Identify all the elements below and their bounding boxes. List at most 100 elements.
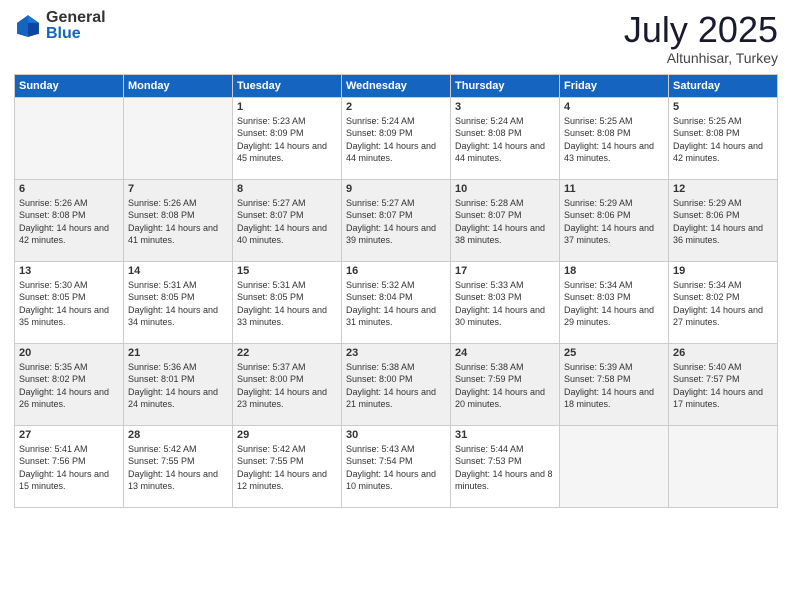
cell-details: Sunrise: 5:31 AMSunset: 8:05 PMDaylight:… xyxy=(237,279,337,329)
day-number: 21 xyxy=(128,347,228,359)
day-number: 29 xyxy=(237,429,337,441)
day-number: 13 xyxy=(19,265,119,277)
cell-details: Sunrise: 5:29 AMSunset: 8:06 PMDaylight:… xyxy=(673,197,773,247)
calendar-cell: 13 Sunrise: 5:30 AMSunset: 8:05 PMDayligh… xyxy=(15,261,124,343)
cell-details: Sunrise: 5:30 AMSunset: 8:05 PMDaylight:… xyxy=(19,279,119,329)
header: General Blue July 2025 Altunhisar, Turke… xyxy=(14,10,778,66)
logo: General Blue xyxy=(14,10,106,42)
day-number: 14 xyxy=(128,265,228,277)
calendar-cell xyxy=(560,425,669,507)
logo-text: General Blue xyxy=(46,10,106,42)
calendar-cell: 10Sunrise: 5:28 AMSunset: 8:07 PMDayligh… xyxy=(451,179,560,261)
cell-details: Sunrise: 5:29 AMSunset: 8:06 PMDaylight:… xyxy=(564,197,664,247)
calendar-cell: 14 Sunrise: 5:31 AMSunset: 8:05 PMDayligh… xyxy=(124,261,233,343)
logo-icon xyxy=(14,12,42,40)
calendar-cell: 30 Sunrise: 5:43 AMSunset: 7:54 PMDayligh… xyxy=(342,425,451,507)
cell-details: Sunrise: 5:40 AMSunset: 7:57 PMDaylight:… xyxy=(673,361,773,411)
day-number: 8 xyxy=(237,183,337,195)
month-title: July 2025 xyxy=(624,10,778,50)
calendar-cell: 17 Sunrise: 5:33 AMSunset: 8:03 PMDayligh… xyxy=(451,261,560,343)
weekday-header: Friday xyxy=(560,74,669,97)
calendar-cell xyxy=(15,97,124,179)
day-number: 1 xyxy=(237,101,337,113)
cell-details: Sunrise: 5:23 AMSunset: 8:09 PMDaylight:… xyxy=(237,115,337,165)
day-number: 9 xyxy=(346,183,446,195)
calendar-week-row: 20Sunrise: 5:35 AMSunset: 8:02 PMDayligh… xyxy=(15,343,778,425)
cell-details: Sunrise: 5:43 AMSunset: 7:54 PMDaylight:… xyxy=(346,443,446,493)
calendar-week-row: 27 Sunrise: 5:41 AMSunset: 7:56 PMDayligh… xyxy=(15,425,778,507)
day-number: 11 xyxy=(564,183,664,195)
cell-details: Sunrise: 5:42 AMSunset: 7:55 PMDaylight:… xyxy=(128,443,228,493)
calendar-cell: 23Sunrise: 5:38 AMSunset: 8:00 PMDayligh… xyxy=(342,343,451,425)
calendar-cell: 9 Sunrise: 5:27 AMSunset: 8:07 PMDaylight… xyxy=(342,179,451,261)
cell-details: Sunrise: 5:41 AMSunset: 7:56 PMDaylight:… xyxy=(19,443,119,493)
calendar-cell: 2 Sunrise: 5:24 AMSunset: 8:09 PMDaylight… xyxy=(342,97,451,179)
calendar-cell: 20Sunrise: 5:35 AMSunset: 8:02 PMDayligh… xyxy=(15,343,124,425)
logo-blue: Blue xyxy=(46,26,106,42)
day-number: 5 xyxy=(673,101,773,113)
day-number: 30 xyxy=(346,429,446,441)
calendar-cell: 26Sunrise: 5:40 AMSunset: 7:57 PMDayligh… xyxy=(669,343,778,425)
day-number: 31 xyxy=(455,429,555,441)
day-number: 27 xyxy=(19,429,119,441)
weekday-header: Wednesday xyxy=(342,74,451,97)
calendar-cell: 7Sunrise: 5:26 AMSunset: 8:08 PMDaylight… xyxy=(124,179,233,261)
cell-details: Sunrise: 5:35 AMSunset: 8:02 PMDaylight:… xyxy=(19,361,119,411)
day-number: 24 xyxy=(455,347,555,359)
calendar-cell: 31Sunrise: 5:44 AMSunset: 7:53 PMDayligh… xyxy=(451,425,560,507)
weekday-header: Tuesday xyxy=(233,74,342,97)
calendar-week-row: 13 Sunrise: 5:30 AMSunset: 8:05 PMDayligh… xyxy=(15,261,778,343)
calendar-cell xyxy=(124,97,233,179)
calendar-cell: 6Sunrise: 5:26 AMSunset: 8:08 PMDaylight… xyxy=(15,179,124,261)
calendar-cell: 5 Sunrise: 5:25 AMSunset: 8:08 PMDaylight… xyxy=(669,97,778,179)
cell-details: Sunrise: 5:25 AMSunset: 8:08 PMDaylight:… xyxy=(673,115,773,165)
weekday-header: Sunday xyxy=(15,74,124,97)
cell-details: Sunrise: 5:31 AMSunset: 8:05 PMDaylight:… xyxy=(128,279,228,329)
cell-details: Sunrise: 5:34 AMSunset: 8:02 PMDaylight:… xyxy=(673,279,773,329)
calendar-cell: 27 Sunrise: 5:41 AMSunset: 7:56 PMDayligh… xyxy=(15,425,124,507)
day-number: 4 xyxy=(564,101,664,113)
calendar-week-row: 1 Sunrise: 5:23 AMSunset: 8:09 PMDaylight… xyxy=(15,97,778,179)
cell-details: Sunrise: 5:39 AMSunset: 7:58 PMDaylight:… xyxy=(564,361,664,411)
calendar-cell: 11 Sunrise: 5:29 AMSunset: 8:06 PMDayligh… xyxy=(560,179,669,261)
calendar-cell: 3 Sunrise: 5:24 AMSunset: 8:08 PMDaylight… xyxy=(451,97,560,179)
cell-details: Sunrise: 5:27 AMSunset: 8:07 PMDaylight:… xyxy=(346,197,446,247)
day-number: 17 xyxy=(455,265,555,277)
cell-details: Sunrise: 5:34 AMSunset: 8:03 PMDaylight:… xyxy=(564,279,664,329)
day-number: 15 xyxy=(237,265,337,277)
calendar: SundayMondayTuesdayWednesdayThursdayFrid… xyxy=(14,74,778,508)
cell-details: Sunrise: 5:42 AMSunset: 7:55 PMDaylight:… xyxy=(237,443,337,493)
cell-details: Sunrise: 5:26 AMSunset: 8:08 PMDaylight:… xyxy=(128,197,228,247)
calendar-cell: 1 Sunrise: 5:23 AMSunset: 8:09 PMDaylight… xyxy=(233,97,342,179)
calendar-cell: 8 Sunrise: 5:27 AMSunset: 8:07 PMDaylight… xyxy=(233,179,342,261)
calendar-cell: 4 Sunrise: 5:25 AMSunset: 8:08 PMDaylight… xyxy=(560,97,669,179)
day-number: 19 xyxy=(673,265,773,277)
calendar-cell: 21 Sunrise: 5:36 AMSunset: 8:01 PMDayligh… xyxy=(124,343,233,425)
weekday-header: Monday xyxy=(124,74,233,97)
day-number: 22 xyxy=(237,347,337,359)
calendar-cell: 29 Sunrise: 5:42 AMSunset: 7:55 PMDayligh… xyxy=(233,425,342,507)
day-number: 16 xyxy=(346,265,446,277)
location: Altunhisar, Turkey xyxy=(624,50,778,66)
weekday-header: Thursday xyxy=(451,74,560,97)
title-block: July 2025 Altunhisar, Turkey xyxy=(624,10,778,66)
day-number: 28 xyxy=(128,429,228,441)
cell-details: Sunrise: 5:25 AMSunset: 8:08 PMDaylight:… xyxy=(564,115,664,165)
cell-details: Sunrise: 5:32 AMSunset: 8:04 PMDaylight:… xyxy=(346,279,446,329)
calendar-cell: 12Sunrise: 5:29 AMSunset: 8:06 PMDayligh… xyxy=(669,179,778,261)
calendar-cell: 24Sunrise: 5:38 AMSunset: 7:59 PMDayligh… xyxy=(451,343,560,425)
calendar-cell xyxy=(669,425,778,507)
cell-details: Sunrise: 5:36 AMSunset: 8:01 PMDaylight:… xyxy=(128,361,228,411)
calendar-cell: 19 Sunrise: 5:34 AMSunset: 8:02 PMDayligh… xyxy=(669,261,778,343)
calendar-cell: 16 Sunrise: 5:32 AMSunset: 8:04 PMDayligh… xyxy=(342,261,451,343)
day-number: 3 xyxy=(455,101,555,113)
cell-details: Sunrise: 5:24 AMSunset: 8:09 PMDaylight:… xyxy=(346,115,446,165)
cell-details: Sunrise: 5:24 AMSunset: 8:08 PMDaylight:… xyxy=(455,115,555,165)
calendar-cell: 28 Sunrise: 5:42 AMSunset: 7:55 PMDayligh… xyxy=(124,425,233,507)
calendar-cell: 22Sunrise: 5:37 AMSunset: 8:00 PMDayligh… xyxy=(233,343,342,425)
day-number: 2 xyxy=(346,101,446,113)
calendar-cell: 15 Sunrise: 5:31 AMSunset: 8:05 PMDayligh… xyxy=(233,261,342,343)
cell-details: Sunrise: 5:27 AMSunset: 8:07 PMDaylight:… xyxy=(237,197,337,247)
cell-details: Sunrise: 5:33 AMSunset: 8:03 PMDaylight:… xyxy=(455,279,555,329)
cell-details: Sunrise: 5:38 AMSunset: 8:00 PMDaylight:… xyxy=(346,361,446,411)
